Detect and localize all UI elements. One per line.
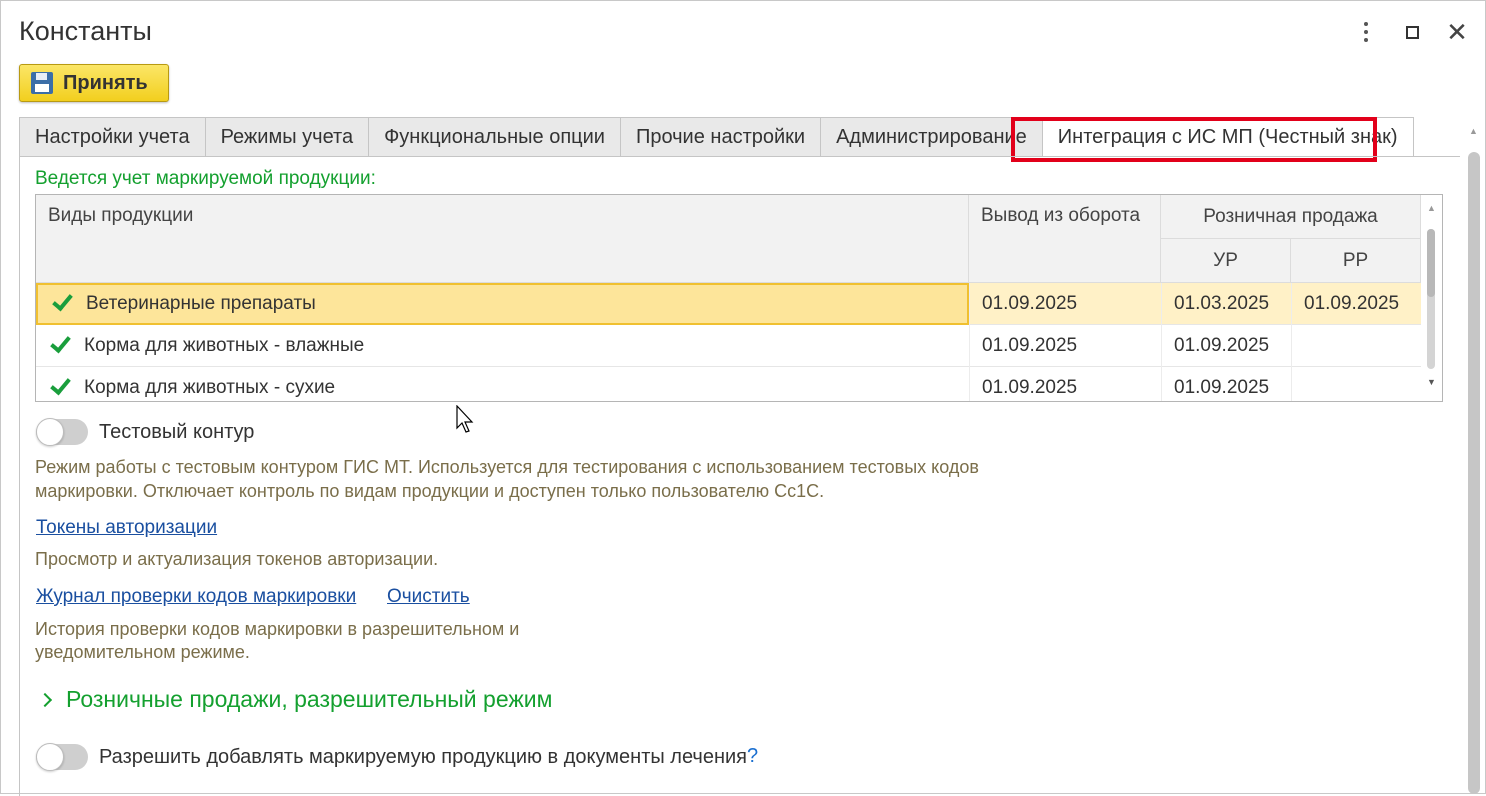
withdraw-date-cell[interactable]: 01.09.2025 bbox=[969, 283, 1161, 325]
tab-bar: Настройки учета Режимы учета Функциональ… bbox=[19, 117, 1414, 157]
table-row[interactable]: Корма для животных - влажные 01.09.2025 … bbox=[36, 325, 1421, 367]
marked-section-label: Ведется учет маркируемой продукции: bbox=[35, 168, 376, 189]
treatment-label: Разрешить добавлять маркируемую продукци… bbox=[99, 746, 747, 768]
scrollbar-thumb[interactable] bbox=[1468, 152, 1480, 794]
ur-date-cell[interactable]: 01.09.2025 bbox=[1161, 325, 1291, 367]
scroll-down-icon[interactable]: ▼ bbox=[1427, 377, 1436, 387]
column-header-rr[interactable]: РР bbox=[1291, 239, 1421, 283]
product-name: Корма для животных - сухие bbox=[84, 377, 336, 398]
tab-functional-options[interactable]: Функциональные опции bbox=[368, 117, 620, 157]
tab-other-settings[interactable]: Прочие настройки bbox=[619, 117, 821, 157]
retail-permissive-title: Розничные продажи, разрешительный режим bbox=[66, 686, 553, 712]
ur-date-cell[interactable]: 01.09.2025 bbox=[1161, 367, 1291, 401]
retail-permissive-group[interactable]: Розничные продажи, разрешительный режим bbox=[37, 686, 553, 713]
accept-button[interactable]: Принять bbox=[19, 64, 169, 102]
table-row[interactable]: Корма для животных - сухие 01.09.2025 01… bbox=[36, 367, 1421, 401]
rr-date-cell[interactable] bbox=[1291, 367, 1421, 401]
check-icon bbox=[48, 375, 68, 395]
scroll-up-icon[interactable]: ▲ bbox=[1427, 203, 1436, 213]
scrollbar-thumb[interactable] bbox=[1427, 229, 1435, 297]
product-name-cell[interactable]: Корма для животных - влажные bbox=[36, 325, 969, 367]
column-header-ur[interactable]: УР bbox=[1161, 239, 1291, 283]
product-name: Корма для животных - влажные bbox=[84, 335, 365, 356]
toggle-knob bbox=[36, 418, 64, 446]
accept-button-label: Принять bbox=[63, 71, 148, 94]
product-name-cell[interactable]: Корма для животных - сухие bbox=[36, 367, 969, 401]
column-header-types[interactable]: Виды продукции bbox=[36, 195, 969, 283]
tab-is-mp-integration[interactable]: Интеграция с ИС МП (Честный знак) bbox=[1041, 117, 1414, 157]
tab-accounting-modes[interactable]: Режимы учета bbox=[204, 117, 369, 157]
test-contour-toggle[interactable] bbox=[36, 418, 88, 446]
mouse-cursor-icon bbox=[456, 405, 474, 433]
check-journal-link[interactable]: Журнал проверки кодов маркировки bbox=[36, 586, 356, 608]
test-contour-hint-line1: Режим работы с тестовым контуром ГИС МТ.… bbox=[35, 457, 979, 477]
help-icon[interactable]: ? bbox=[747, 745, 758, 768]
column-header-withdraw[interactable]: Вывод из оборота bbox=[969, 195, 1161, 283]
check-icon bbox=[50, 291, 70, 311]
toggle-knob bbox=[36, 743, 64, 771]
main-scrollbar[interactable]: ▲ bbox=[1460, 120, 1486, 794]
check-icon bbox=[48, 333, 68, 353]
close-icon[interactable]: ✕ bbox=[1443, 18, 1471, 46]
column-header-retail: Розничная продажа bbox=[1161, 195, 1421, 239]
ur-date-cell[interactable]: 01.03.2025 bbox=[1161, 283, 1291, 325]
auth-tokens-hint: Просмотр и актуализация токенов авториза… bbox=[35, 549, 439, 569]
test-contour-label: Тестовый контур bbox=[99, 421, 255, 443]
save-icon bbox=[31, 72, 53, 94]
journal-hint-line1: История проверки кодов маркировки в разр… bbox=[35, 619, 520, 639]
maximize-icon[interactable] bbox=[1398, 18, 1426, 46]
table-row[interactable]: Ветеринарные препараты 01.09.2025 01.03.… bbox=[36, 283, 1421, 325]
clear-journal-link[interactable]: Очистить bbox=[387, 586, 470, 608]
tab-accounting-settings[interactable]: Настройки учета bbox=[19, 117, 205, 157]
product-name-cell[interactable]: Ветеринарные препараты bbox=[36, 283, 969, 325]
marked-products-table: Виды продукции Вывод из оборота Рознична… bbox=[35, 194, 1443, 402]
tab-administration[interactable]: Администрирование bbox=[820, 117, 1042, 157]
withdraw-date-cell[interactable]: 01.09.2025 bbox=[969, 367, 1161, 401]
window-title: Константы bbox=[19, 16, 152, 46]
withdraw-date-cell[interactable]: 01.09.2025 bbox=[969, 325, 1161, 367]
journal-hint-line2: уведомительном режиме. bbox=[35, 642, 250, 662]
rr-date-cell[interactable] bbox=[1291, 325, 1421, 367]
product-name: Ветеринарные препараты bbox=[86, 293, 316, 314]
test-contour-hint-line2: маркировки. Отключает контроль по видам … bbox=[35, 481, 825, 501]
treatment-toggle[interactable] bbox=[36, 743, 88, 771]
auth-tokens-link[interactable]: Токены авторизации bbox=[36, 517, 217, 539]
scroll-up-icon[interactable]: ▲ bbox=[1469, 126, 1478, 136]
rr-date-cell[interactable]: 01.09.2025 bbox=[1291, 283, 1421, 325]
chevron-right-icon bbox=[37, 692, 53, 707]
more-menu-icon[interactable] bbox=[1352, 18, 1380, 46]
table-scrollbar[interactable]: ▲ ▼ bbox=[1421, 195, 1442, 401]
